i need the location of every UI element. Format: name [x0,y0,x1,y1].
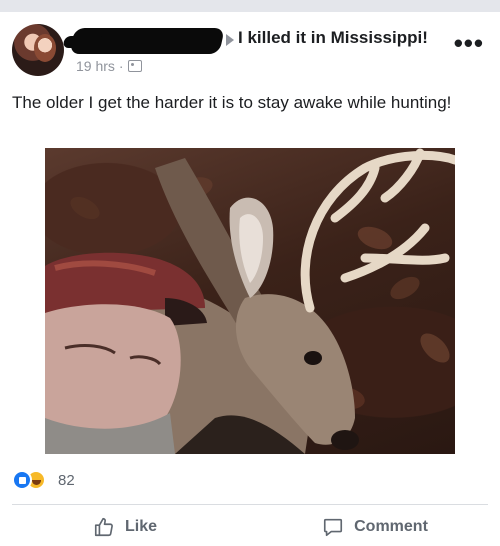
reactions-summary[interactable]: 82 [12,470,75,490]
comment-icon [324,518,343,537]
timestamp[interactable]: 19 hrs [76,58,115,74]
like-button[interactable]: Like [0,510,250,544]
arrow-right-icon [226,34,234,46]
comment-label: Comment [354,518,428,535]
like-label: Like [124,518,157,535]
thumbs-up-icon [94,517,113,537]
avatar[interactable] [12,24,64,76]
audience-icon[interactable] [127,60,142,72]
meta-separator: · [118,58,124,74]
reaction-count: 82 [58,471,75,489]
author-name-redacted [69,28,225,54]
action-bar: Like Comment [0,510,500,544]
more-icon[interactable]: ••• [454,30,484,56]
divider [12,504,488,505]
post-photo[interactable] [45,148,455,454]
comment-button[interactable]: Comment [250,510,500,544]
top-bar [0,0,500,12]
post-meta: 19 hrs · [76,58,142,74]
post-body: The older I get the harder it is to stay… [12,93,452,112]
feeling-text: I killed it in Mississippi! [238,28,428,47]
photo-illustration [45,148,455,454]
like-reaction-icon [12,470,32,490]
post-header: I killed it in Mississippi! 19 hrs · ••• [12,24,488,80]
